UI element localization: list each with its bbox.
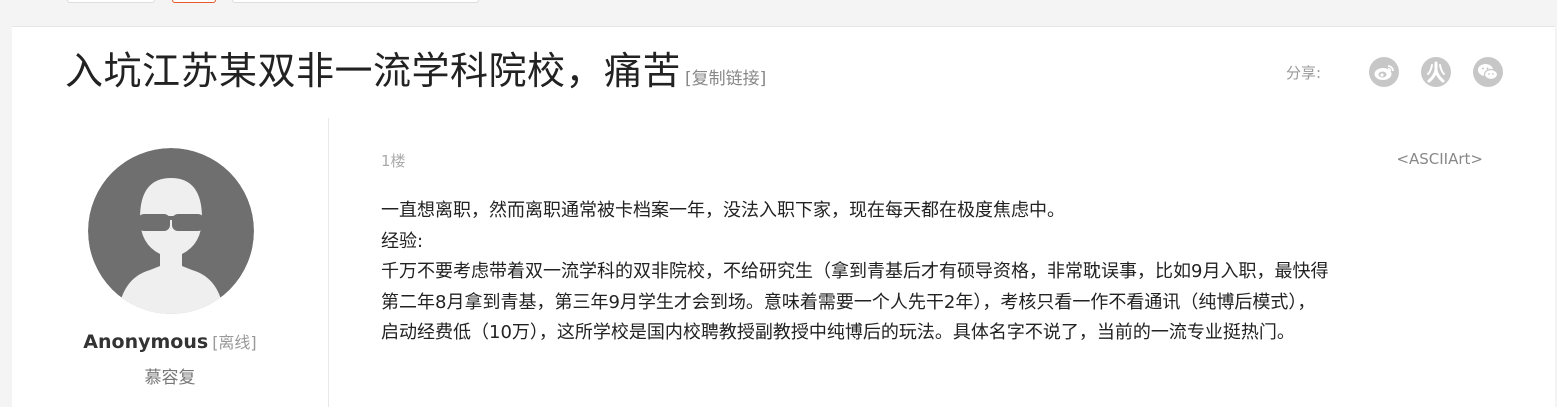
post-line: 一直想离职，然而离职通常被卡档案一年，没法入职下家，现在每天都在极度焦虑中。 (381, 200, 1065, 221)
post-line: 第二年8月拿到青基，第三年9月学生才会到场。意味着需要一个人先干2年），考核只看… (381, 291, 1316, 313)
weibo-icon[interactable] (1369, 57, 1399, 87)
post-line: 启动经费低（10万），这所学校是国内校聘教授副教授中纯博后的玩法。具体名字不说了… (381, 322, 1295, 343)
renren-icon[interactable] (1421, 57, 1451, 87)
post-line: 经验: (381, 230, 424, 252)
author-subtitle: 慕容复 (144, 368, 196, 388)
nav-tab-stub-active[interactable] (172, 0, 216, 3)
floor-number[interactable]: 1楼 (381, 150, 406, 171)
anonymous-avatar-icon[interactable] (88, 148, 254, 314)
wechat-icon[interactable] (1473, 57, 1503, 87)
thread-title: 入坑江苏某双非一流学科院校，痛苦 [复制链接] (65, 45, 766, 105)
author-name-row: Anonymous [离线] (12, 329, 328, 353)
nav-tab-stub[interactable] (67, 0, 155, 3)
top-nav-remnant (0, 0, 1557, 26)
post-signature: <ASCIIArt> (1396, 150, 1483, 168)
author-panel: Anonymous [离线] 慕容复 (12, 118, 329, 407)
thread-header: 入坑江苏某双非一流学科院校，痛苦 [复制链接] 分享: (12, 26, 1555, 119)
thread-title-text: 入坑江苏某双非一流学科院校，痛苦 (65, 49, 682, 93)
post-line: 千万不要考虑带着双一流学科的双非院校，不给研究生（拿到青基后才有硕导资格，非常耽… (381, 261, 1329, 282)
share-bar: 分享: (1286, 57, 1503, 87)
copy-link-button[interactable]: [复制链接] (685, 69, 766, 89)
author-name[interactable]: Anonymous (83, 331, 208, 353)
post-body: 一直想离职，然而离职通常被卡档案一年，没法入职下家，现在每天都在极度焦虑中。 经… (381, 196, 1491, 349)
post-floor-1: Anonymous [离线] 慕容复 1楼 <ASCIIArt> 一直想离职，然而… (12, 118, 1555, 407)
nav-tab-stub[interactable] (232, 0, 479, 3)
share-label: 分享: (1285, 63, 1321, 82)
online-status: [离线] (212, 333, 257, 352)
